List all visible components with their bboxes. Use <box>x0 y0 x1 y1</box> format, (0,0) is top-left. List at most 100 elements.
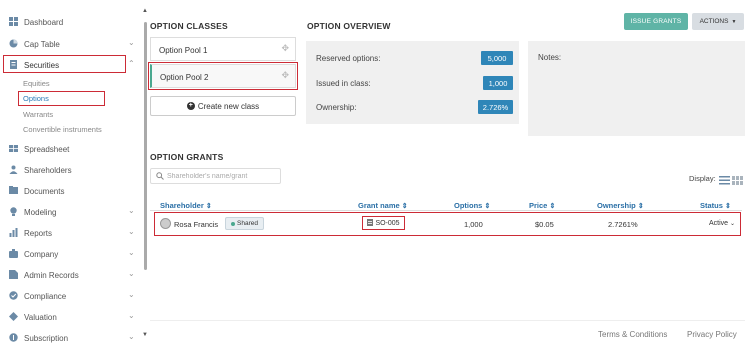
sidebar-sub-warrants[interactable]: Warrants <box>23 110 53 119</box>
scroll-down-arrow[interactable]: ▼ <box>142 332 148 338</box>
sidebar-item-spreadsheet[interactable]: Spreadsheet <box>0 140 140 158</box>
option-grants-title: OPTION GRANTS <box>150 152 224 162</box>
column-label: Ownership <box>597 201 636 210</box>
shared-badge: Shared <box>225 217 264 230</box>
column-header-status[interactable]: Status ⇕ <box>700 201 731 210</box>
highlight-options <box>18 91 105 106</box>
plus-icon: + <box>186 102 195 110</box>
scroll-up-arrow[interactable]: ▲ <box>142 8 148 14</box>
create-class-button[interactable]: + Create new class <box>150 96 296 116</box>
compliance-icon <box>9 291 18 300</box>
avatar <box>160 218 171 229</box>
sort-icon: ⇕ <box>484 203 491 210</box>
price-value: $0.05 <box>535 220 554 229</box>
status-dot-icon <box>231 221 235 226</box>
issue-grants-button[interactable]: ISSUE GRANTS <box>624 13 688 30</box>
overview-label: Ownership: <box>316 103 357 112</box>
status-value[interactable]: Active ⌄ <box>709 220 735 227</box>
sidebar-item-valuation[interactable]: Valuation ⌄ <box>0 308 140 326</box>
sidebar-sub-equities[interactable]: Equities <box>23 79 50 88</box>
sidebar-item-reports[interactable]: Reports ⌄ <box>0 224 140 242</box>
column-header-shareholder[interactable]: Shareholder ⇕ <box>160 201 212 210</box>
grant-name-link[interactable]: SO-005 <box>362 216 405 230</box>
sidebar-item-subscription[interactable]: Subscription ⌄ <box>0 329 140 347</box>
option-classes-title: OPTION CLASSES <box>150 21 228 31</box>
sidebar: Dashboard Cap Table ⌄ Securities ⌃ Equit… <box>0 0 142 347</box>
shareholders-icon <box>9 165 18 174</box>
options-value: 1,000 <box>464 220 483 229</box>
overview-label: Reserved options: <box>316 54 381 63</box>
display-label: Display: <box>689 174 716 183</box>
list-view-icon[interactable] <box>719 172 730 190</box>
column-label: Price <box>529 201 548 210</box>
column-label: Options <box>454 201 483 210</box>
overview-value: 5,000 <box>481 51 513 65</box>
admin-records-icon <box>9 270 18 279</box>
notes-label: Notes: <box>538 53 562 62</box>
sidebar-item-label: Spreadsheet <box>24 145 70 154</box>
table-header-divider <box>150 210 742 211</box>
sort-icon: ⇕ <box>401 203 408 210</box>
sidebar-item-label: Compliance <box>24 292 67 301</box>
cap-table-icon <box>9 39 18 48</box>
sidebar-item-label: Dashboard <box>24 18 64 27</box>
shareholder-search[interactable] <box>150 168 281 184</box>
terms-link[interactable]: Terms & Conditions <box>598 330 667 339</box>
sort-icon: ⇕ <box>637 203 644 210</box>
document-icon <box>367 218 374 228</box>
badge-label: Shared <box>237 220 258 227</box>
overview-value: 1,000 <box>483 76 513 90</box>
privacy-link[interactable]: Privacy Policy <box>687 330 737 339</box>
dashboard-icon <box>9 17 18 26</box>
sidebar-item-label: Admin Records <box>24 271 79 280</box>
sidebar-item-admin-records[interactable]: Admin Records ⌄ <box>0 266 140 284</box>
sidebar-item-compliance[interactable]: Compliance ⌄ <box>0 287 140 305</box>
valuation-icon <box>9 312 18 321</box>
column-header-ownership[interactable]: Ownership ⇕ <box>597 201 644 210</box>
create-class-label: Create new class <box>197 101 260 111</box>
grid-view-icon[interactable] <box>732 172 743 190</box>
sidebar-item-dashboard[interactable]: Dashboard <box>0 13 140 31</box>
drag-handle-icon[interactable]: ✥ <box>281 43 289 54</box>
caret-down-icon: ▼ <box>731 18 737 25</box>
column-header-price[interactable]: Price ⇕ <box>529 201 555 210</box>
sidebar-item-label: Modeling <box>24 208 57 217</box>
search-input[interactable] <box>167 171 277 182</box>
sidebar-item-documents[interactable]: Documents <box>0 182 140 200</box>
chevron-down-icon: ⌄ <box>128 38 135 47</box>
actions-dropdown-button[interactable]: ACTIONS ▼ <box>692 13 744 30</box>
highlight-option-pool-2 <box>148 62 298 90</box>
overview-value: 2.726% <box>478 100 513 114</box>
sidebar-item-shareholders[interactable]: Shareholders <box>0 161 140 179</box>
column-label: Grant name <box>358 201 400 210</box>
overview-label: Issued in class: <box>316 79 371 88</box>
sidebar-item-company[interactable]: Company ⌄ <box>0 245 140 263</box>
column-label: Shareholder <box>160 201 204 210</box>
sidebar-sub-convertible[interactable]: Convertible instruments <box>23 125 102 134</box>
sidebar-item-cap-table[interactable]: Cap Table ⌄ <box>0 35 140 53</box>
chevron-down-icon: ⌄ <box>730 221 736 227</box>
column-label: Status <box>700 201 723 210</box>
column-header-options[interactable]: Options ⇕ <box>454 201 490 210</box>
subscription-icon <box>9 333 18 342</box>
option-overview-title: OPTION OVERVIEW <box>307 21 391 31</box>
sidebar-item-modeling[interactable]: Modeling ⌄ <box>0 203 140 221</box>
sort-icon: ⇕ <box>725 203 731 210</box>
ownership-value: 2.7261% <box>608 220 638 229</box>
highlight-securities <box>3 55 126 73</box>
chevron-down-icon: ⌄ <box>128 311 135 320</box>
actions-label: ACTIONS <box>699 18 729 25</box>
column-header-grant-name[interactable]: Grant name ⇕ <box>358 201 408 210</box>
grant-name: SO-005 <box>375 219 400 227</box>
sort-icon: ⇕ <box>205 203 212 210</box>
shareholder-name[interactable]: Rosa Francis <box>174 220 218 229</box>
sidebar-item-label: Cap Table <box>24 40 60 49</box>
documents-icon <box>9 186 18 195</box>
sidebar-scrollbar[interactable] <box>144 22 147 270</box>
search-icon <box>156 172 164 182</box>
option-class-card[interactable]: Option Pool 1 ✥ <box>150 37 296 61</box>
chevron-down-icon: ⌄ <box>128 269 135 278</box>
reports-icon <box>9 228 18 237</box>
chevron-up-icon: ⌃ <box>128 59 135 68</box>
sidebar-item-label: Company <box>24 250 59 259</box>
